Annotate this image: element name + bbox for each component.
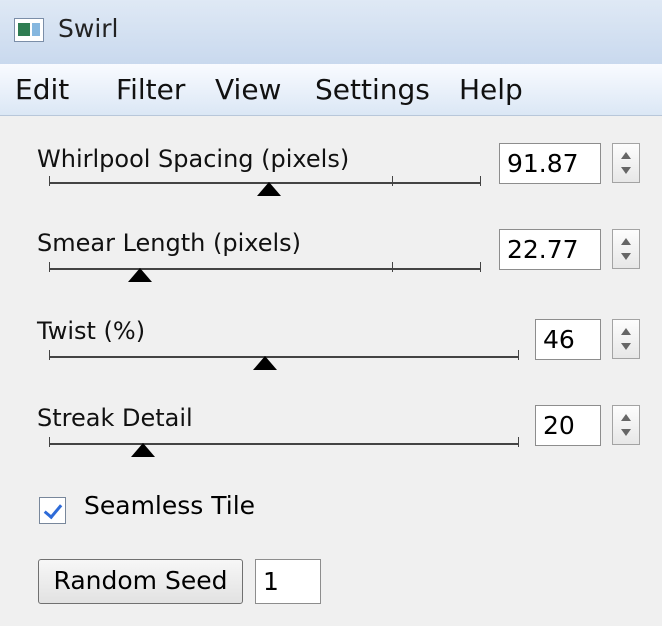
smear-length-spinner[interactable] <box>612 229 640 269</box>
whirlpool-spacing-slider[interactable] <box>49 166 481 196</box>
slider-thumb[interactable] <box>131 443 155 457</box>
streak-detail-input[interactable]: 20 <box>535 405 601 446</box>
slider-thumb[interactable] <box>127 268 152 282</box>
image-icon <box>14 18 44 42</box>
slider-tick <box>480 262 481 272</box>
smear-length-slider[interactable] <box>49 252 481 282</box>
window-title: Swirl <box>58 14 119 43</box>
whirlpool-spacing-spinner[interactable] <box>612 143 640 183</box>
streak-detail-spinner[interactable] <box>612 405 640 445</box>
twist-spinner[interactable] <box>612 319 640 359</box>
whirlpool-spacing-input[interactable]: 91.87 <box>499 143 601 184</box>
slider-track <box>49 443 519 445</box>
slider-thumb[interactable] <box>253 356 278 370</box>
slider-tick <box>518 437 519 447</box>
menu-help[interactable]: Help <box>459 73 523 106</box>
menu-settings[interactable]: Settings <box>315 73 430 106</box>
twist-slider[interactable] <box>49 340 519 370</box>
seamless-tile-label: Seamless Tile <box>84 491 256 520</box>
menu-filter[interactable]: Filter <box>116 73 185 106</box>
menu-bar: Edit Filter View Settings Help <box>0 64 662 116</box>
slider-tick <box>518 350 519 360</box>
menu-view[interactable]: View <box>215 73 281 106</box>
twist-input[interactable]: 46 <box>535 319 601 360</box>
random-seed-input[interactable]: 1 <box>255 559 321 604</box>
slider-tick <box>49 262 50 272</box>
menu-edit[interactable]: Edit <box>15 73 69 106</box>
title-bar: Swirl <box>0 0 662 64</box>
slider-tick <box>392 262 393 272</box>
slider-track <box>49 356 519 358</box>
random-seed-button[interactable]: Random Seed <box>38 559 243 604</box>
slider-tick <box>49 350 50 360</box>
slider-thumb[interactable] <box>257 182 282 196</box>
slider-tick <box>392 176 393 186</box>
smear-length-input[interactable]: 22.77 <box>499 229 601 270</box>
slider-tick <box>480 176 481 186</box>
slider-tick <box>49 437 50 447</box>
seamless-tile-checkbox[interactable] <box>39 497 66 524</box>
slider-tick <box>49 176 50 186</box>
slider-track <box>49 268 481 270</box>
streak-detail-slider[interactable] <box>49 427 519 457</box>
